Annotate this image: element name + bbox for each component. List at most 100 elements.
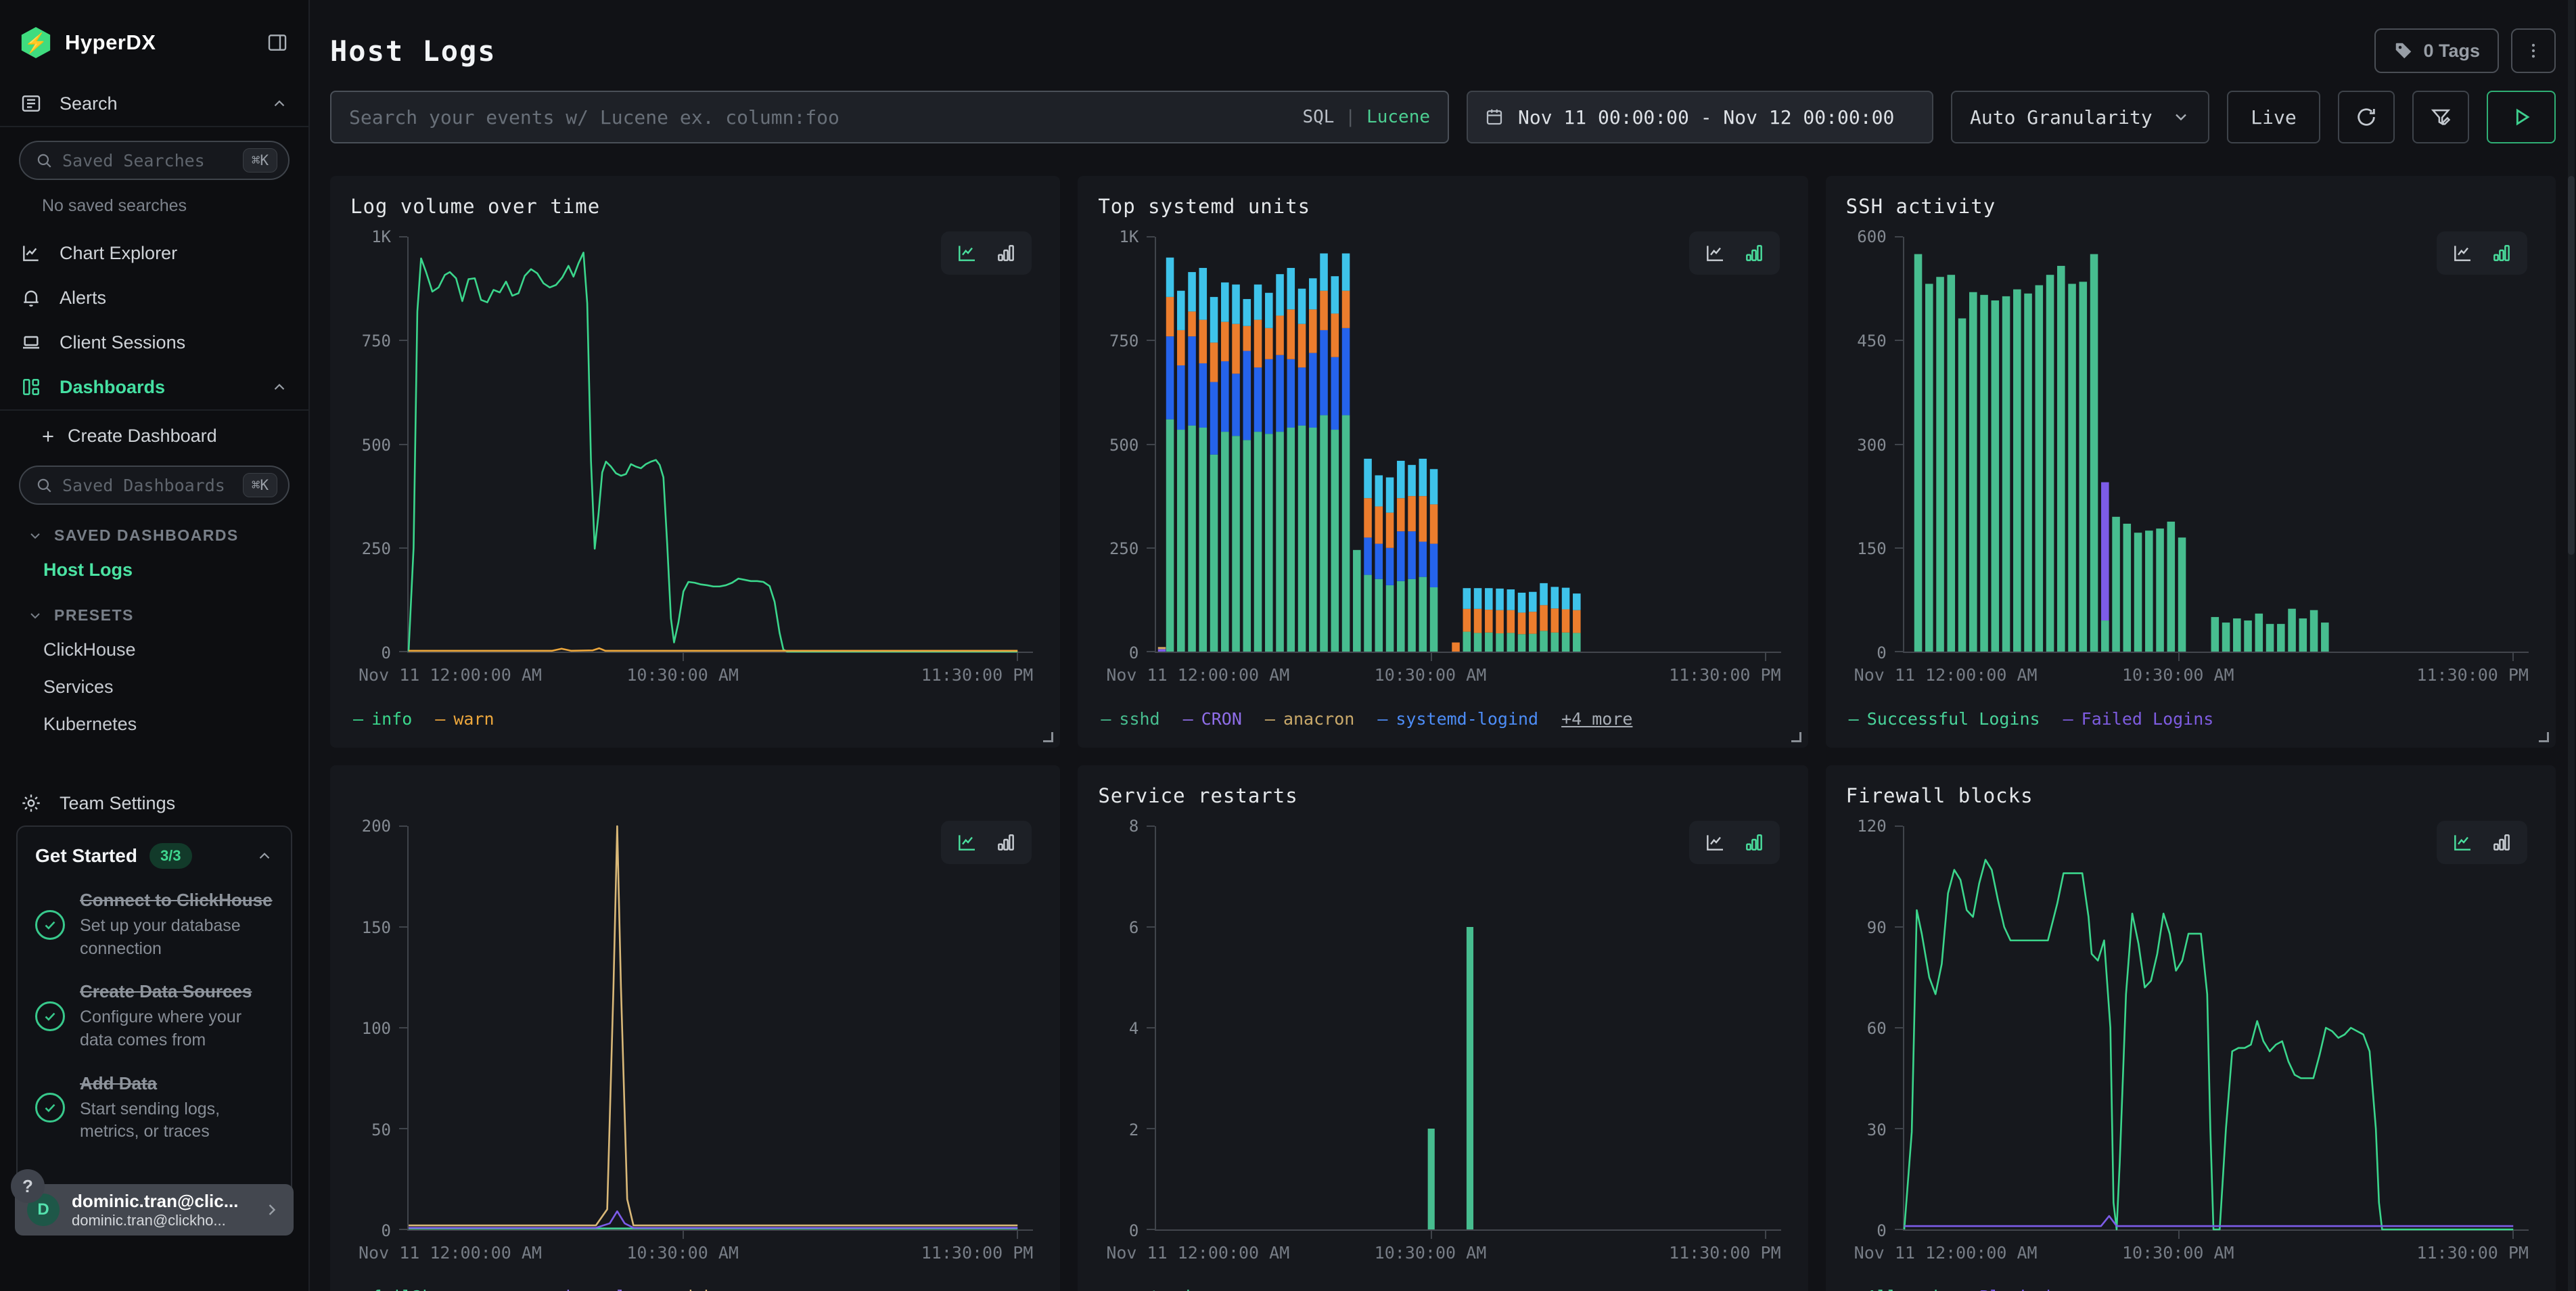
chart-canvas[interactable] <box>409 237 1033 652</box>
scrollbar-thumb[interactable] <box>2568 176 2575 555</box>
lucene-toggle[interactable]: Lucene <box>1366 107 1430 127</box>
chart-canvas[interactable] <box>1156 237 1780 652</box>
legend-more-link[interactable]: +4 more <box>1561 709 1632 729</box>
y-axis-tick-label: 0 <box>382 1221 391 1240</box>
scrollbar[interactable] <box>2568 0 2575 1291</box>
preset-item-kubernetes[interactable]: Kubernetes <box>0 706 308 743</box>
sidebar-item-dashboards[interactable]: Dashboards <box>0 365 308 409</box>
help-button[interactable]: ? <box>11 1169 45 1203</box>
create-dashboard-button[interactable]: Create Dashboard <box>0 411 308 452</box>
plot-area[interactable] <box>1155 826 1780 1231</box>
tags-button[interactable]: 0 Tags <box>2374 28 2499 73</box>
get-started-step[interactable]: Add DataStart sending logs, metrics, or … <box>35 1072 273 1143</box>
sidebar-collapse-icon[interactable] <box>267 32 288 53</box>
chart-canvas[interactable] <box>1904 237 2529 652</box>
legend-item[interactable]: —warn <box>435 709 494 729</box>
chart-canvas[interactable] <box>1156 826 1780 1229</box>
bar-segment <box>1551 608 1559 633</box>
bar-chart-toggle-icon[interactable] <box>1743 832 1765 853</box>
line-chart-toggle-icon[interactable] <box>1704 242 1726 264</box>
line-chart-toggle-icon[interactable] <box>2452 832 2473 853</box>
bar-segment <box>1925 284 1933 652</box>
preset-item-services[interactable]: Services <box>0 669 308 706</box>
live-button[interactable]: Live <box>2227 91 2320 143</box>
bar-chart-toggle-icon[interactable] <box>2491 242 2512 264</box>
chart-canvas[interactable] <box>1904 826 2529 1229</box>
line-chart-toggle-icon[interactable] <box>956 832 978 853</box>
bar-segment <box>1430 469 1438 504</box>
sidebar-item-chart-explorer[interactable]: Chart Explorer <box>0 231 308 275</box>
sidebar-item-alerts[interactable]: Alerts <box>0 275 308 320</box>
event-search-box[interactable]: SQL | Lucene <box>330 91 1449 143</box>
refresh-button[interactable] <box>2338 91 2395 143</box>
bar-segment <box>2266 624 2274 652</box>
legend-item[interactable]: —Successful Logins <box>1849 709 2040 729</box>
plot-area[interactable] <box>1903 237 2529 653</box>
user-menu[interactable]: D dominic.tran@clic... dominic.tran@clic… <box>15 1184 294 1236</box>
line-chart-toggle-icon[interactable] <box>2452 242 2473 264</box>
legend-item[interactable]: —Allowed <box>1849 1287 1938 1291</box>
panel-resize-handle[interactable] <box>1791 732 1801 742</box>
get-started-step[interactable]: Connect to ClickHouseSet up your databas… <box>35 889 273 960</box>
more-options-button[interactable] <box>2511 28 2556 73</box>
legend-item[interactable]: —systemd <box>1101 1287 1190 1291</box>
saved-dashboards-input-wrap[interactable]: ⌘K <box>19 466 290 505</box>
saved-dashboard-item[interactable]: Host Logs <box>0 551 308 589</box>
legend-item[interactable]: —Blocked <box>1961 1287 2050 1291</box>
plot-area[interactable] <box>1903 826 2529 1231</box>
sidebar-item-client-sessions[interactable]: Client Sessions <box>0 320 308 365</box>
bar-segment <box>1485 633 1493 652</box>
run-query-button[interactable] <box>2487 91 2556 143</box>
saved-dashboards-header[interactable]: SAVED DASHBOARDS <box>0 509 308 551</box>
saved-searches-input[interactable] <box>62 151 243 171</box>
bar-segment <box>1518 593 1526 612</box>
line-chart-toggle-icon[interactable] <box>1704 832 1726 853</box>
panel-resize-handle[interactable] <box>2539 732 2549 742</box>
bar-chart-toggle-icon[interactable] <box>995 242 1017 264</box>
legend-item[interactable]: —info <box>353 709 412 729</box>
preset-item-clickhouse[interactable]: ClickHouse <box>0 631 308 669</box>
legend-item[interactable]: —sshd <box>649 1287 708 1291</box>
legend-item[interactable]: —anacron <box>1265 709 1354 729</box>
date-range-picker[interactable]: Nov 11 00:00:00 - Nov 12 00:00:00 <box>1467 91 1933 143</box>
bar-segment <box>1408 465 1417 496</box>
bar-segment <box>1529 592 1537 612</box>
bar-segment <box>2299 618 2307 652</box>
presets-header[interactable]: PRESETS <box>0 589 308 631</box>
sidebar-item-team-settings[interactable]: Team Settings <box>0 781 308 825</box>
bar-segment <box>1342 254 1350 291</box>
plus-icon <box>39 428 57 445</box>
legend-item[interactable]: —CRON <box>1183 709 1242 729</box>
plot-area[interactable] <box>407 826 1033 1231</box>
saved-searches-input-wrap[interactable]: ⌘K <box>19 141 290 180</box>
sql-toggle[interactable]: SQL <box>1302 107 1334 127</box>
legend-item[interactable]: —systemd-logind <box>1377 709 1538 729</box>
bar-segment <box>1375 475 1383 506</box>
y-axis-labels: 200150100500 <box>350 826 395 1231</box>
legend-item[interactable]: —Failed Logins <box>2063 709 2214 729</box>
plot-area[interactable] <box>1155 237 1780 653</box>
bar-segment <box>1551 587 1559 608</box>
x-axis-labels: Nov 11 12:00:00 AM10:30:00 AM11:30:00 PM <box>1155 661 1780 685</box>
bar-chart-toggle-icon[interactable] <box>995 832 1017 853</box>
bar-segment <box>1540 583 1548 605</box>
filter-button[interactable] <box>2412 91 2469 143</box>
get-started-step[interactable]: Create Data SourcesConfigure where your … <box>35 980 273 1051</box>
bar-chart-toggle-icon[interactable] <box>2491 832 2512 853</box>
get-started-step-texts: Connect to ClickHouseSet up your databas… <box>80 889 273 960</box>
line-chart-toggle-icon[interactable] <box>956 242 978 264</box>
granularity-select[interactable]: Auto Granularity <box>1951 91 2209 143</box>
panel-resize-handle[interactable] <box>1043 732 1053 742</box>
legend-item[interactable]: —sshd <box>1101 709 1159 729</box>
legend-item[interactable]: —kernel <box>547 1287 626 1291</box>
chart-canvas[interactable] <box>409 826 1033 1229</box>
saved-dashboards-input[interactable] <box>62 476 243 495</box>
legend-item[interactable]: —fail2ban-server <box>353 1287 524 1291</box>
bar-chart-toggle-icon[interactable] <box>1743 242 1765 264</box>
y-axis-tick-label: 150 <box>362 918 391 937</box>
plot-area[interactable] <box>407 237 1033 653</box>
event-search-input[interactable] <box>349 106 1302 129</box>
bar-segment <box>1540 631 1548 652</box>
get-started-header[interactable]: Get Started 3/3 <box>35 843 273 869</box>
sidebar-item-search[interactable]: Search <box>0 81 308 126</box>
